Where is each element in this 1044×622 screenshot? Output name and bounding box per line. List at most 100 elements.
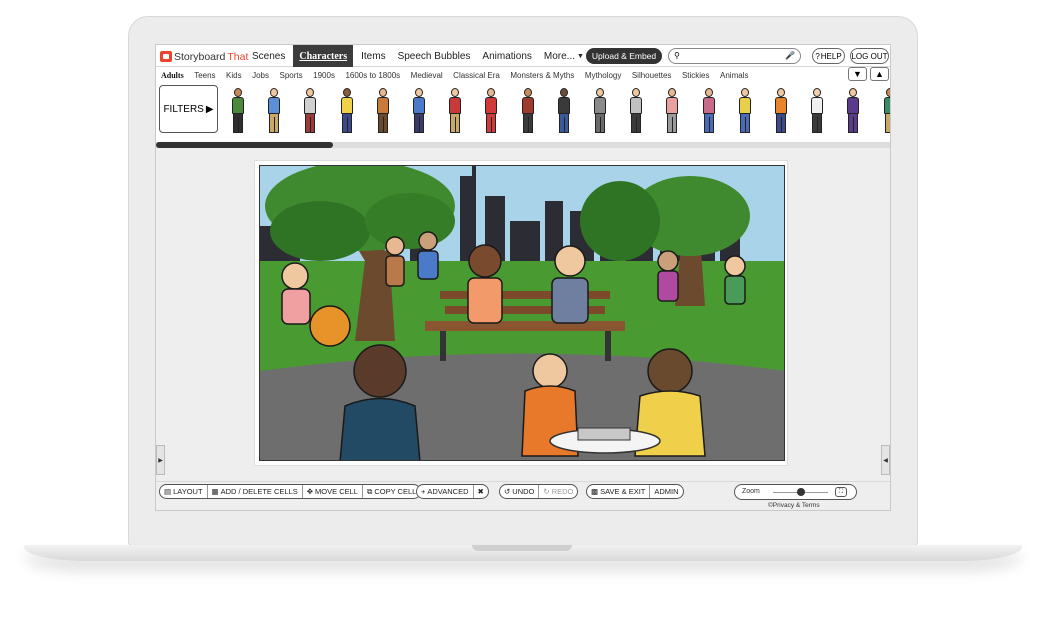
nav-tab-label: Items bbox=[361, 50, 386, 62]
add-delete-icon: ▦ bbox=[211, 487, 219, 496]
category-mythology[interactable]: Mythology bbox=[585, 71, 621, 80]
logo-text-accent: That bbox=[227, 50, 249, 63]
save-disk-icon: ▩ bbox=[591, 487, 599, 496]
storyboardthat-logo[interactable]: Storyboard That bbox=[160, 49, 248, 64]
add-delete-label: ADD / DELETE CELLS bbox=[220, 487, 298, 496]
category-teens[interactable]: Teens bbox=[194, 71, 215, 80]
left-panel-toggle[interactable]: ▶ bbox=[156, 445, 165, 475]
character-thumbnail[interactable] bbox=[447, 88, 463, 136]
nav-tab-characters[interactable]: Characters bbox=[293, 45, 354, 67]
add-delete-cells-button[interactable]: ▦ ADD / DELETE CELLS bbox=[208, 485, 303, 498]
nav-tab-speech-bubbles[interactable]: Speech Bubbles bbox=[394, 45, 475, 67]
cell-tools-group: ▤ LAYOUT ▦ ADD / DELETE CELLS ✥ MOVE CELL ⧉… bbox=[159, 484, 422, 499]
laptop-notch bbox=[472, 545, 572, 551]
character-thumbnail[interactable] bbox=[230, 88, 246, 136]
scrollbar-thumb[interactable] bbox=[156, 142, 333, 148]
nav-tab-scenes[interactable]: Scenes bbox=[248, 45, 289, 67]
triangle-down-icon: ▼ bbox=[853, 69, 862, 79]
move-label: MOVE CELL bbox=[315, 487, 358, 496]
category-stickies[interactable]: Stickies bbox=[682, 71, 710, 80]
copy-cell-button[interactable]: ⧉ COPY CELL bbox=[363, 485, 420, 498]
category-adults[interactable]: Adults bbox=[161, 71, 184, 80]
logo-text: Storyboard bbox=[174, 50, 226, 63]
help-button[interactable]: ? HELP bbox=[812, 48, 845, 64]
layout-button[interactable]: ▤ LAYOUT bbox=[160, 485, 208, 498]
category-1600s-to-1800s[interactable]: 1600s to 1800s bbox=[345, 71, 400, 80]
category-jobs[interactable]: Jobs bbox=[252, 71, 269, 80]
nav-tab-label: Scenes bbox=[252, 50, 286, 62]
save-exit-button[interactable]: ▩ SAVE & EXIT bbox=[587, 485, 651, 498]
character-thumbnail[interactable] bbox=[520, 88, 536, 136]
category-monsters-myths[interactable]: Monsters & Myths bbox=[510, 71, 574, 80]
zoom-slider-knob[interactable] bbox=[796, 488, 805, 496]
redo-button[interactable]: ↻ REDO bbox=[539, 485, 577, 498]
nav-tab-more[interactable]: More... ▼ bbox=[540, 45, 588, 67]
close-x-icon: ✖ bbox=[477, 487, 484, 496]
search-input[interactable] bbox=[682, 51, 783, 61]
storyboard-cell[interactable] bbox=[254, 160, 788, 466]
character-thumbnail[interactable] bbox=[809, 88, 825, 136]
character-thumbnail[interactable] bbox=[266, 88, 282, 136]
nav-tab-label: Characters bbox=[299, 50, 348, 62]
category-medieval[interactable]: Medieval bbox=[411, 71, 443, 80]
search-icon: ⚲ bbox=[674, 51, 680, 60]
character-thumbnail[interactable] bbox=[845, 88, 861, 136]
copy-icon: ⧉ bbox=[366, 486, 373, 496]
advanced-label: ADVANCED bbox=[427, 487, 469, 496]
privacy-terms-link[interactable]: ©Privacy & Terms bbox=[768, 502, 820, 509]
category-silhouettes[interactable]: Silhouettes bbox=[632, 71, 672, 80]
character-strip: FILTERS ▶ bbox=[156, 84, 890, 142]
chevron-down-icon: ▼ bbox=[577, 52, 584, 60]
character-thumbnail[interactable] bbox=[628, 88, 644, 136]
admin-label: ADMIN bbox=[654, 487, 679, 496]
category-1900s[interactable]: 1900s bbox=[313, 71, 335, 80]
nav-tab-label: Animations bbox=[482, 50, 532, 62]
advanced-button[interactable]: + ADVANCED bbox=[417, 485, 474, 498]
zoom-label: Zoom bbox=[742, 488, 760, 495]
move-icon: ✥ bbox=[306, 487, 314, 496]
nav-tabs: Scenes Characters Items Speech Bubbles Anima… bbox=[248, 45, 592, 67]
filters-button[interactable]: FILTERS ▶ bbox=[159, 85, 218, 133]
category-sports[interactable]: Sports bbox=[280, 71, 303, 80]
category-classical-era[interactable]: Classical Era bbox=[453, 71, 500, 80]
character-thumbnail[interactable] bbox=[882, 88, 890, 136]
character-thumbnail[interactable] bbox=[701, 88, 717, 136]
character-scrollbar[interactable] bbox=[156, 142, 890, 148]
logout-button[interactable]: LOG OUT bbox=[850, 48, 889, 64]
category-kids[interactable]: Kids bbox=[226, 71, 242, 80]
redo-label: REDO bbox=[551, 487, 574, 496]
nav-tab-items[interactable]: Items bbox=[357, 45, 389, 67]
zoom-control: Zoom ⛶ bbox=[734, 484, 857, 500]
undo-button[interactable]: ↺ UNDO bbox=[500, 485, 540, 498]
character-thumbnail[interactable] bbox=[664, 88, 680, 136]
bottom-toolbar: ▤ LAYOUT ▦ ADD / DELETE CELLS ✥ MOVE CELL ⧉… bbox=[156, 481, 890, 510]
character-thumbnail[interactable] bbox=[339, 88, 355, 136]
upload-embed-button[interactable]: Upload & Embed bbox=[586, 48, 662, 64]
character-thumbnail[interactable] bbox=[302, 88, 318, 136]
character-thumbnail[interactable] bbox=[375, 88, 391, 136]
nav-tab-animations[interactable]: Animations bbox=[478, 45, 535, 67]
scroll-down-arrow-button[interactable]: ▼ bbox=[848, 67, 867, 81]
microphone-icon[interactable]: 🎤 bbox=[785, 52, 795, 60]
character-thumbnail[interactable] bbox=[737, 88, 753, 136]
nav-tab-label: Speech Bubbles bbox=[397, 50, 471, 62]
character-thumbnail[interactable] bbox=[592, 88, 608, 136]
character-thumbnail[interactable] bbox=[483, 88, 499, 136]
top-nav: Storyboard That Scenes Characters Items Spee… bbox=[156, 45, 890, 67]
move-cell-button[interactable]: ✥ MOVE CELL bbox=[303, 485, 363, 498]
character-thumbnail[interactable] bbox=[411, 88, 427, 136]
admin-button[interactable]: ADMIN bbox=[650, 485, 682, 498]
category-animals[interactable]: Animals bbox=[720, 71, 748, 80]
character-thumbnail[interactable] bbox=[773, 88, 789, 136]
history-group: ↺ UNDO ↻ REDO bbox=[499, 484, 579, 499]
fullscreen-button[interactable]: ⛶ bbox=[835, 487, 847, 497]
nav-tab-label: More... bbox=[543, 50, 576, 62]
character-thumbnail[interactable] bbox=[556, 88, 572, 136]
park-scene-image[interactable] bbox=[259, 165, 785, 461]
save-group: ▩ SAVE & EXIT ADMIN bbox=[586, 484, 684, 499]
right-panel-toggle[interactable]: ◀ bbox=[881, 445, 890, 475]
scroll-up-arrow-button[interactable]: ▲ bbox=[870, 67, 889, 81]
plus-icon: + bbox=[421, 487, 426, 496]
advanced-close-button[interactable]: ✖ bbox=[474, 485, 488, 498]
search-box: ⚲ 🎤 bbox=[668, 48, 801, 64]
